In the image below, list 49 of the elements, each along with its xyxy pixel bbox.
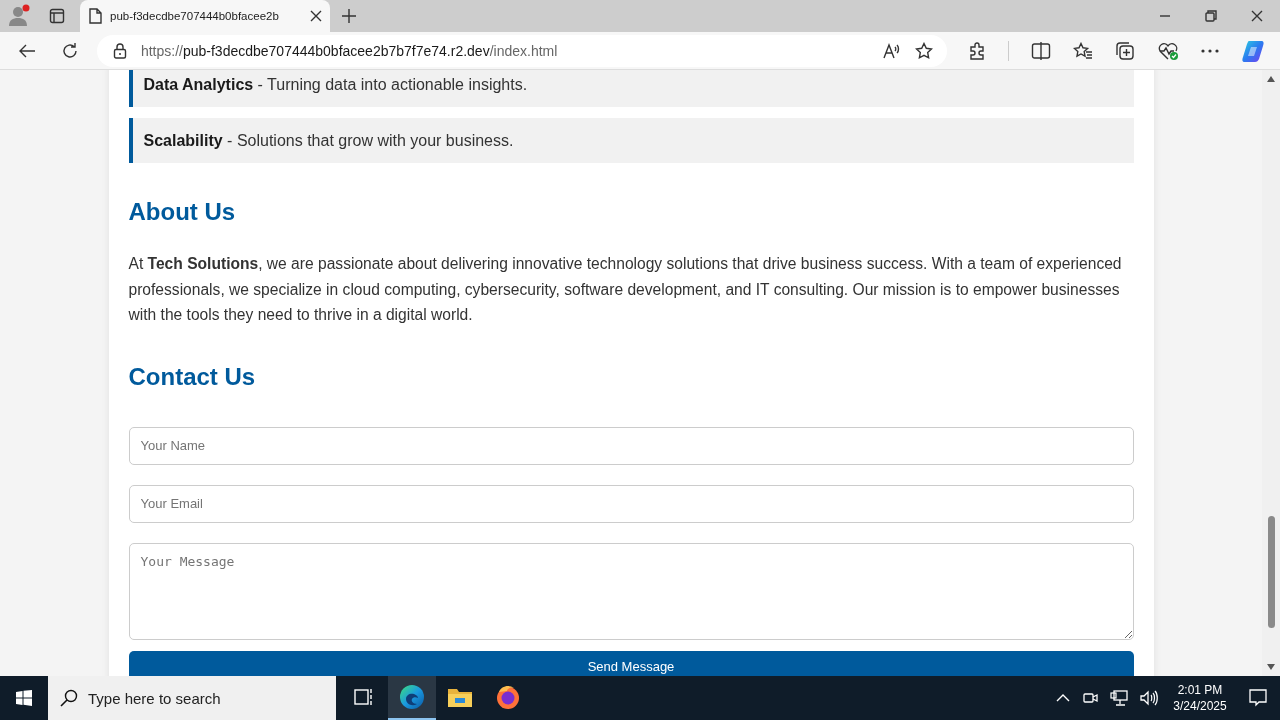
taskbar-search-field[interactable]: Type here to search: [48, 676, 336, 720]
feature-item: Scalability - Solutions that grow with your business.: [128, 118, 1134, 163]
search-icon: [60, 689, 78, 707]
clock-time[interactable]: 2:01 PM: [1177, 682, 1223, 698]
heart-icon[interactable]: [1157, 40, 1179, 61]
close-icon[interactable]: [1251, 10, 1263, 22]
lock-icon: [112, 42, 127, 59]
new-tab-icon[interactable]: [342, 9, 356, 23]
split-screen-icon[interactable]: [1031, 41, 1051, 60]
input-field[interactable]: Your Email: [128, 484, 1134, 523]
taskbar-app[interactable]: [388, 676, 436, 720]
collections-icon[interactable]: [1115, 40, 1135, 61]
page-icon: [88, 8, 102, 24]
camera-icon[interactable]: [1082, 690, 1098, 706]
windows-start-icon[interactable]: [16, 690, 32, 706]
tab-actions-icon[interactable]: [49, 8, 65, 24]
tab-title: pub-f3decdbe707444b0bfacee2b: [110, 10, 280, 22]
address-bar[interactable]: https://pub-f3decdbe707444b0bfacee2b7b7f7e74.r2.dev/index.html: [96, 34, 947, 67]
scroll-up-icon[interactable]: [1267, 76, 1275, 82]
folder-icon[interactable]: [447, 686, 473, 708]
browser-tab[interactable]: pub-f3decdbe707444b0bfacee2b: [80, 0, 330, 32]
section-heading: About Us: [128, 198, 237, 226]
task-view-icon[interactable]: [354, 688, 374, 706]
send-button[interactable]: Send Message: [128, 650, 1134, 676]
notifications-icon[interactable]: [1249, 689, 1267, 707]
message-field[interactable]: Your Message: [128, 542, 1134, 640]
refresh-icon[interactable]: [61, 41, 80, 60]
favorites-icon[interactable]: [1073, 41, 1093, 60]
restore-icon[interactable]: [1205, 10, 1217, 22]
section-heading: Contact Us: [128, 362, 257, 391]
volume-icon[interactable]: [1140, 690, 1158, 706]
favorite-star-icon[interactable]: [915, 41, 933, 60]
firefox-icon[interactable]: [495, 684, 521, 710]
input-field[interactable]: Your Name: [128, 426, 1134, 465]
back-icon[interactable]: [17, 42, 36, 59]
scroll-down-icon[interactable]: [1267, 664, 1275, 670]
feature-item: Data Analytics - Turning data into actionable insights.: [128, 70, 1134, 107]
more-icon[interactable]: [1201, 48, 1219, 53]
edge-browser-icon[interactable]: [399, 684, 425, 710]
network-icon[interactable]: [1110, 690, 1128, 706]
about-paragraph: At Tech Solutions, we are passionate about delivering innovative technology solutions that drive business success. With a team of experienced professionals, we specialize in cloud computing, cybersecurity, software development, and IT consulting. Our mission is to empower businesses with the tools they need to thrive in a digital world.: [128, 254, 1123, 326]
profile-icon[interactable]: [7, 4, 31, 28]
url-text: https://pub-f3decdbe707444b0bfacee2b7b7f7e74.r2.dev/index.html: [140, 42, 559, 59]
clock-date[interactable]: 3/24/2025: [1173, 698, 1227, 714]
close-icon[interactable]: [310, 10, 322, 22]
scrollbar-thumb[interactable]: [1267, 516, 1275, 628]
chevron-up-icon[interactable]: [1056, 694, 1070, 702]
extensions-icon[interactable]: [968, 41, 986, 60]
read-aloud-icon[interactable]: [883, 42, 901, 59]
